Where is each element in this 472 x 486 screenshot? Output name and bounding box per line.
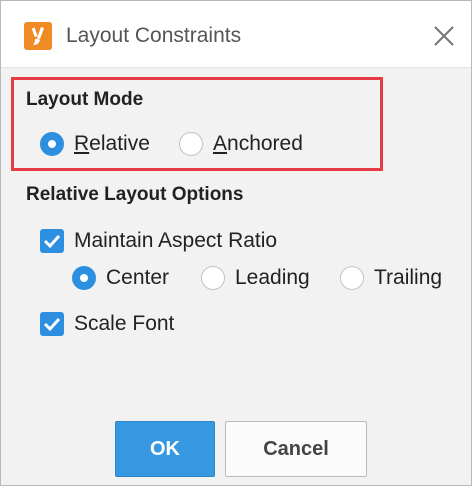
radio-center-label: Center — [106, 266, 170, 289]
radio-center[interactable]: Center — [72, 263, 169, 293]
dialog-title: Layout Constraints — [66, 24, 242, 47]
radio-relative-label: Relative — [74, 132, 150, 155]
radio-anchored-label: Anchored — [213, 132, 303, 155]
ok-button[interactable]: OK — [115, 421, 215, 477]
checkbox-checked-icon[interactable] — [40, 312, 64, 336]
radio-trailing-label: Trailing — [374, 266, 443, 289]
title-bar: Layout Constraints — [1, 1, 471, 68]
radio-relative[interactable]: Relative — [40, 129, 150, 159]
brush-icon — [24, 22, 52, 50]
checkbox-checked-icon[interactable] — [40, 229, 64, 253]
scale-font-label: Scale Font — [74, 312, 175, 335]
layout-mode-heading: Layout Mode — [26, 89, 144, 110]
radio-relative-indicator[interactable] — [40, 132, 64, 156]
radio-leading-label: Leading — [235, 266, 310, 289]
radio-trailing-indicator[interactable] — [340, 266, 364, 290]
radio-trailing[interactable]: Trailing — [340, 263, 442, 293]
scale-font-checkbox[interactable]: Scale Font — [40, 309, 174, 339]
radio-leading[interactable]: Leading — [201, 263, 310, 293]
layout-constraints-dialog: Layout Constraints Layout Mode Relative … — [0, 0, 472, 486]
radio-center-indicator[interactable] — [72, 266, 96, 290]
maintain-aspect-ratio-checkbox[interactable]: Maintain Aspect Ratio — [40, 226, 277, 256]
cancel-button[interactable]: Cancel — [225, 421, 367, 477]
maintain-aspect-ratio-label: Maintain Aspect Ratio — [74, 229, 278, 252]
radio-leading-indicator[interactable] — [201, 266, 225, 290]
relative-layout-options-heading: Relative Layout Options — [26, 184, 244, 205]
close-icon[interactable] — [429, 21, 459, 51]
radio-anchored-indicator[interactable] — [179, 132, 203, 156]
radio-anchored[interactable]: Anchored — [179, 129, 303, 159]
